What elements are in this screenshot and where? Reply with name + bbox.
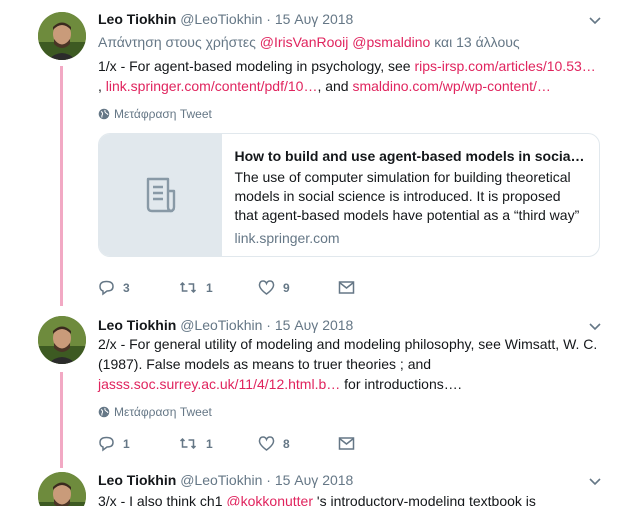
reply-icon xyxy=(99,436,114,452)
like-button[interactable]: 8 xyxy=(258,435,338,452)
author-handle[interactable]: @LeoTiokhin xyxy=(180,472,262,488)
retweet-button[interactable]: 1 xyxy=(178,279,258,296)
text-segment: , and xyxy=(317,78,349,94)
avatar[interactable] xyxy=(38,472,86,506)
tweet-text: 1/x - For agent-based modeling in psycho… xyxy=(98,56,603,96)
text-segment: 2/x - For general utility of modeling an… xyxy=(98,336,598,372)
card-thumbnail xyxy=(99,134,223,256)
tweet-actions: 1 1 8 xyxy=(98,435,418,452)
author-name[interactable]: Leo Tiokhin xyxy=(98,472,176,488)
document-icon xyxy=(146,177,175,213)
tweet-header: Leo Tiokhin @LeoTiokhin · 15 Αυγ 2018 xyxy=(98,316,353,334)
tweet-link[interactable]: link.springer.com/content/pdf/10… xyxy=(106,78,318,94)
reply-prefix: Απάντηση στους χρήστες xyxy=(98,34,256,50)
translate-label[interactable]: Μετάφραση Tweet xyxy=(114,405,212,419)
reply-button[interactable]: 1 xyxy=(98,435,178,452)
like-count: 9 xyxy=(283,280,290,295)
dm-button[interactable] xyxy=(338,435,418,452)
dm-icon xyxy=(338,437,355,450)
text-segment: 3/x - I also think ch1 xyxy=(98,493,223,506)
globe-icon xyxy=(98,108,110,120)
translate-tweet[interactable]: Μετάφραση Tweet xyxy=(98,405,212,419)
reply-context: Απάντηση στους χρήστες @IrisVanRooij @ps… xyxy=(98,33,520,51)
card-title[interactable]: How to build and use agent-based models … xyxy=(234,146,587,166)
tweet-mention[interactable]: @kokkonutter xyxy=(226,493,313,506)
separator-dot: · xyxy=(266,11,271,27)
tweet-link[interactable]: rips-irsp.com/articles/10.53… xyxy=(414,58,595,74)
card-description: The use of computer simulation for build… xyxy=(234,169,580,223)
author-handle[interactable]: @LeoTiokhin xyxy=(180,11,262,27)
retweet-count: 1 xyxy=(206,436,213,451)
retweet-button[interactable]: 1 xyxy=(178,435,258,452)
tweet-2[interactable]: Leo Tiokhin @LeoTiokhin · 15 Αυγ 2018 2/… xyxy=(0,306,640,460)
chevron-down-icon[interactable] xyxy=(588,319,602,333)
tweet-date[interactable]: 15 Αυγ 2018 xyxy=(275,11,354,27)
author-name[interactable]: Leo Tiokhin xyxy=(98,11,176,27)
retweet-icon xyxy=(179,437,197,450)
tweet-1[interactable]: Leo Tiokhin @LeoTiokhin · 15 Αυγ 2018 Απ… xyxy=(0,0,640,306)
dm-icon xyxy=(338,281,355,294)
reply-count: 3 xyxy=(123,280,130,295)
tweet-link[interactable]: smaldino.com/wp/wp-content/… xyxy=(352,78,550,94)
tweet-actions: 3 1 9 xyxy=(98,279,418,296)
translate-label[interactable]: Μετάφραση Tweet xyxy=(114,107,212,121)
separator-dot: · xyxy=(266,472,271,488)
tweet-header: Leo Tiokhin @LeoTiokhin · 15 Αυγ 2018 xyxy=(98,471,353,489)
chevron-down-icon[interactable] xyxy=(588,474,602,488)
retweet-count: 1 xyxy=(206,280,213,295)
card-text: How to build and use agent-based models … xyxy=(222,134,599,256)
separator-dot: · xyxy=(266,317,271,333)
tweet-text: 2/x - For general utility of modeling an… xyxy=(98,334,603,394)
tweet-text: 3/x - I also think ch1 @kokkonutter 's i… xyxy=(98,491,603,506)
tweet-date[interactable]: 15 Αυγ 2018 xyxy=(275,472,354,488)
reply-mention[interactable]: @psmaldino xyxy=(352,34,430,50)
text-segment: for introductions…. xyxy=(344,376,462,392)
avatar[interactable] xyxy=(38,316,86,364)
chevron-down-icon[interactable] xyxy=(588,13,602,27)
translate-tweet[interactable]: Μετάφραση Tweet xyxy=(98,107,212,121)
like-button[interactable]: 9 xyxy=(258,279,338,296)
card-domain: link.springer.com xyxy=(234,230,340,246)
reply-mention[interactable]: @IrisVanRooij xyxy=(260,34,349,50)
dm-button[interactable] xyxy=(338,279,418,296)
tweet-link[interactable]: jasss.soc.surrey.ac.uk/11/4/12.html.b… xyxy=(98,376,340,392)
text-segment: , xyxy=(98,78,102,94)
author-handle[interactable]: @LeoTiokhin xyxy=(180,317,262,333)
like-count: 8 xyxy=(283,436,290,451)
text-segment: 's introductory-modeling textbook is xyxy=(316,493,536,506)
reply-icon xyxy=(99,280,114,296)
author-name[interactable]: Leo Tiokhin xyxy=(98,317,176,333)
reply-suffix[interactable]: και 13 άλλους xyxy=(434,34,519,50)
text-segment: 1/x - For agent-based modeling in psycho… xyxy=(98,58,411,74)
tweet-date[interactable]: 15 Αυγ 2018 xyxy=(275,317,354,333)
reply-count: 1 xyxy=(123,436,130,451)
tweet-header: Leo Tiokhin @LeoTiokhin · 15 Αυγ 2018 xyxy=(98,10,353,28)
like-icon xyxy=(258,280,275,295)
tweet-3[interactable]: Leo Tiokhin @LeoTiokhin · 15 Αυγ 2018 3/… xyxy=(0,460,640,506)
link-card[interactable]: How to build and use agent-based models … xyxy=(98,133,600,257)
reply-button[interactable]: 3 xyxy=(98,279,178,296)
like-icon xyxy=(258,436,275,451)
retweet-icon xyxy=(179,281,197,294)
globe-icon xyxy=(98,406,110,418)
avatar[interactable] xyxy=(38,12,86,60)
